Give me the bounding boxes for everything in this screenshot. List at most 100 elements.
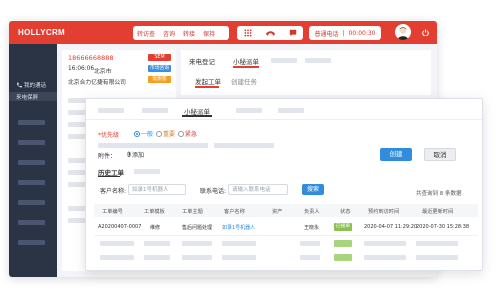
- row-placeholder: [364, 255, 406, 260]
- cell-customer-link[interactable]: 如录1号机器人: [222, 224, 255, 231]
- sidebar-placeholder: [18, 160, 45, 165]
- col-customer: 客户名称: [224, 209, 245, 215]
- row-placeholder: [144, 241, 170, 246]
- col-template: 工单模板: [144, 209, 165, 215]
- caller-phone: 18666668888: [68, 54, 114, 62]
- sidebar-placeholder: [18, 200, 45, 205]
- form-placeholder: [214, 143, 274, 148]
- row-divider: [94, 235, 478, 236]
- radio-urgent[interactable]: [178, 130, 185, 137]
- tab-placeholder: [271, 58, 297, 63]
- row-placeholder: [300, 241, 320, 246]
- header-placeholder: [98, 108, 124, 113]
- caller-city: 北京市: [94, 69, 112, 75]
- tab-placeholder: [305, 58, 331, 63]
- consult-button[interactable]: 咨询: [159, 29, 179, 38]
- caller-company: 北京合力亿捷有限公司: [68, 80, 126, 86]
- subtab-create-task[interactable]: 创建任务: [231, 76, 257, 86]
- row-placeholder: [222, 255, 256, 260]
- cell-template: 维修: [150, 225, 161, 231]
- app-logo: HOLLYCRM: [18, 28, 65, 37]
- row-placeholder: [100, 255, 134, 260]
- phone-search-input[interactable]: 请输入联系电话: [228, 184, 288, 195]
- avatar[interactable]: [395, 24, 411, 40]
- call-timer: 00:00:30: [348, 29, 376, 37]
- active-tab-indicator: [233, 66, 259, 68]
- col-ticket-id: 工单编号: [102, 209, 123, 215]
- radio-important[interactable]: [156, 130, 163, 137]
- sidebar-placeholder: [18, 220, 45, 225]
- cell-visit-time: 2020-04-07 11:29:20: [364, 224, 418, 230]
- row-placeholder: [416, 255, 458, 260]
- row-placeholder: [182, 255, 212, 260]
- call-status-box: 普通电话 | 00:00:30: [309, 26, 381, 40]
- attachment-add-label: 添加: [132, 152, 145, 159]
- result-count: 共查询到 8 条数据: [416, 191, 462, 197]
- priority-label-text: *优先级: [98, 132, 120, 139]
- sidebar-placeholder: [18, 180, 45, 185]
- status-badge: 已接单: [334, 223, 352, 231]
- top-bar: HOLLYCRM 转访查 咨询 转接 保持 普通电话 | 00:00:30: [9, 21, 437, 44]
- tag-badge: 优质客: [148, 76, 171, 83]
- subtab-create-ticket[interactable]: 发起工单: [195, 76, 221, 86]
- col-subject: 工单主题: [182, 209, 203, 215]
- tab-secretary-dispatch[interactable]: 小秘派单: [233, 56, 259, 66]
- row-placeholder: [182, 241, 212, 246]
- row-placeholder: [144, 255, 170, 260]
- row-placeholder: [416, 241, 458, 246]
- call-type-label: 普通电话: [314, 30, 339, 38]
- history-underline: [98, 176, 120, 177]
- hangup-icon[interactable]: [265, 30, 276, 37]
- phone-controls: [237, 26, 303, 40]
- form-placeholder: [98, 143, 208, 148]
- row-placeholder: [222, 241, 256, 246]
- attachment-add-link[interactable]: 添加: [126, 150, 144, 159]
- radio-general[interactable]: [134, 130, 140, 137]
- cell-ticket-id: A20200407-0007: [98, 224, 142, 230]
- header-divider: [86, 119, 482, 120]
- header-placeholder: [142, 108, 168, 113]
- cancel-button[interactable]: 取消: [424, 148, 456, 161]
- work-area-panel: 来电登记 小秘派单 发起工单 创建任务: [181, 50, 431, 95]
- radio-urgent-label: 紧急: [185, 131, 198, 138]
- hold-button[interactable]: 保持: [199, 29, 219, 38]
- col-visit-time: 预约到访时间: [368, 209, 400, 215]
- sidebar-item-label: 来电保屏: [16, 94, 39, 101]
- power-icon[interactable]: [422, 29, 429, 36]
- priority-label: *优先级: [98, 130, 119, 139]
- radio-important-label: 重要: [163, 131, 176, 138]
- row-placeholder: [364, 241, 406, 246]
- sidebar-item-screen[interactable]: 来电保屏: [9, 92, 57, 101]
- message-icon[interactable]: [289, 29, 297, 37]
- sidebar-section-my-calls[interactable]: 我的通话: [9, 80, 57, 89]
- call-action-bar: 转访查 咨询 转接 保持: [133, 26, 229, 40]
- dispatch-dialog: 小秘派单 *优先级 一般 重要 紧急 附件： 添加 创建 取消 历史工单 客户名…: [85, 98, 483, 271]
- call-time: 16:06:06: [68, 66, 95, 72]
- sidebar-section-label: 我的通话: [24, 82, 47, 89]
- sidebar-placeholder: [18, 120, 45, 125]
- search-button[interactable]: 搜索: [302, 184, 324, 195]
- col-update-time: 最近更新时间: [422, 209, 454, 215]
- status-placeholder: [334, 254, 352, 261]
- transfer-button[interactable]: 转接: [179, 29, 199, 38]
- cell-update-time: 2020-07-30 15:28:38: [416, 224, 470, 230]
- phone-label: 联系电话:: [200, 188, 227, 195]
- active-subtab-indicator: [195, 86, 219, 88]
- tag-badge: SEM: [148, 54, 171, 61]
- sidebar-placeholder: [18, 240, 45, 245]
- cell-owner: 王晓永: [304, 225, 320, 231]
- dialpad-icon[interactable]: [243, 29, 252, 37]
- phone-icon: [17, 82, 22, 87]
- sidebar-placeholder: [18, 140, 45, 145]
- transfer-survey-button[interactable]: 转访查: [133, 29, 159, 38]
- customer-search-input[interactable]: 如录1号机器人: [128, 184, 186, 195]
- col-status: 状态: [340, 209, 351, 215]
- status-placeholder: [334, 240, 352, 247]
- priority-radio-group: 一般 重要 紧急: [134, 129, 197, 138]
- radio-general-label: 一般: [141, 131, 154, 138]
- cell-subject: 售后问题处理: [182, 225, 213, 231]
- attachment-label: 附件：: [98, 153, 117, 160]
- sidebar: 我的通话 来电保屏: [9, 44, 57, 277]
- tab-call-register[interactable]: 来电登记: [189, 56, 215, 66]
- create-button[interactable]: 创建: [380, 148, 412, 161]
